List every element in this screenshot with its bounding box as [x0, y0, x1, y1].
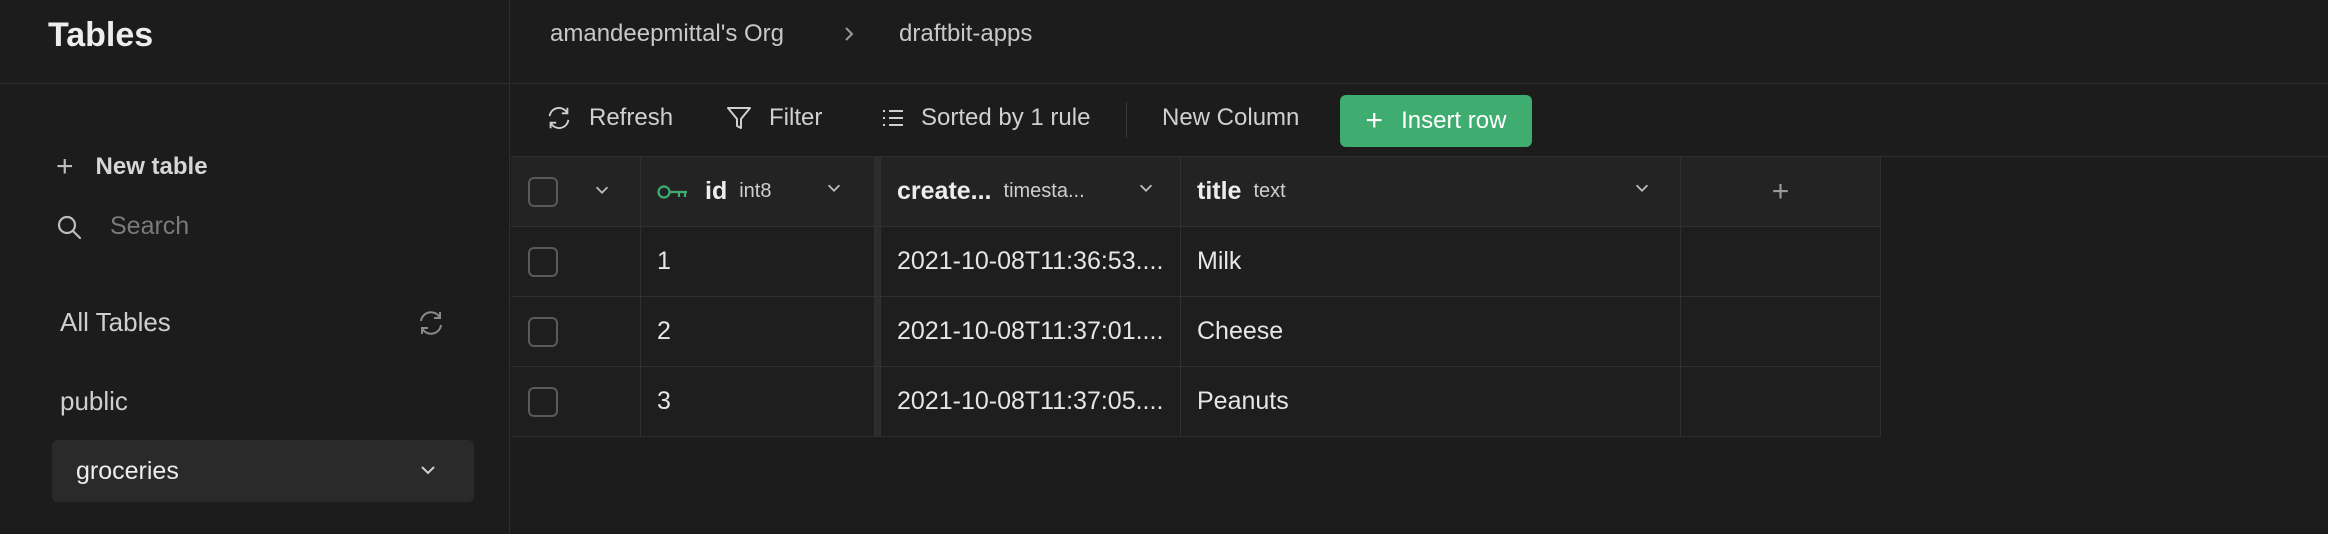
new-table-label: New table [95, 153, 208, 180]
cell-created[interactable]: 2021-10-08T11:36:53.... [881, 227, 1181, 296]
main-panel: amandeepmittal's Org draftbit-apps Refre… [511, 0, 2328, 534]
chevron-right-icon [845, 27, 854, 41]
add-column-button[interactable]: + [1681, 157, 1881, 226]
chevron-down-icon[interactable] [593, 181, 611, 199]
cell-value: 2021-10-08T11:36:53.... [897, 247, 1164, 275]
row-checkbox[interactable] [528, 247, 558, 277]
cell-id[interactable]: 3 [641, 367, 875, 436]
filter-label: Filter [769, 104, 823, 131]
plus-icon: + [1365, 104, 1384, 137]
breadcrumb-org[interactable]: amandeepmittal's Org [550, 20, 784, 48]
breadcrumb: amandeepmittal's Org draftbit-apps [511, 0, 2328, 84]
toolbar-divider [1126, 102, 1127, 138]
cell-created[interactable]: 2021-10-08T11:37:05.... [881, 367, 1181, 436]
cell-value: 2021-10-08T11:37:01.... [897, 317, 1164, 345]
chevron-down-icon[interactable] [1633, 179, 1651, 197]
new-table-button[interactable]: + New table [56, 152, 208, 182]
column-name: id [705, 177, 728, 205]
column-type: int8 [739, 180, 772, 202]
cell-empty [1681, 227, 1881, 296]
cell-value: 1 [657, 247, 671, 275]
column-header-id[interactable]: id int8 [641, 157, 875, 226]
sidebar-title: Tables [48, 16, 154, 54]
sidebar-item-groceries[interactable]: groceries [52, 440, 474, 502]
refresh-label: Refresh [589, 104, 674, 131]
cell-id[interactable]: 2 [641, 297, 875, 366]
refresh-button[interactable]: Refresh [545, 104, 673, 132]
row-checkbox[interactable] [528, 387, 558, 417]
new-column-label: New Column [1162, 104, 1300, 131]
sidebar-header: Tables [0, 0, 509, 84]
column-name: title [1197, 177, 1242, 205]
cell-value: Milk [1197, 247, 1242, 275]
table-row: 3 2021-10-08T11:37:05.... Peanuts [511, 367, 1881, 437]
sidebar: Tables + New table Search All Tables pub… [0, 0, 510, 534]
column-type: timesta... [1003, 180, 1085, 202]
search-input[interactable]: Search [110, 212, 189, 241]
chevron-down-icon[interactable] [825, 179, 843, 197]
cell-empty [1681, 297, 1881, 366]
cell-title[interactable]: Peanuts [1181, 367, 1681, 436]
table-row: 1 2021-10-08T11:36:53.... Milk [511, 227, 1881, 297]
cell-value: 2021-10-08T11:37:05.... [897, 387, 1164, 415]
plus-icon: + [1771, 174, 1790, 208]
grid-header-row: id int8 create... timesta... title text [511, 157, 1881, 227]
table-search[interactable]: Search [56, 212, 189, 241]
cell-id[interactable]: 1 [641, 227, 875, 296]
cell-created[interactable]: 2021-10-08T11:37:01.... [881, 297, 1181, 366]
column-header-created[interactable]: create... timesta... [881, 157, 1181, 226]
key-icon [657, 184, 687, 199]
sort-button[interactable]: Sorted by 1 rule [881, 104, 1090, 132]
list-icon [883, 110, 903, 126]
chevron-down-icon[interactable] [1137, 179, 1155, 197]
new-column-button[interactable]: New Column [1162, 104, 1299, 132]
refresh-icon [548, 107, 570, 129]
refresh-icon[interactable] [416, 308, 446, 338]
cell-title[interactable]: Milk [1181, 227, 1681, 296]
chevron-down-icon[interactable] [418, 460, 438, 480]
column-name: create... [897, 177, 992, 205]
breadcrumb-project[interactable]: draftbit-apps [899, 20, 1032, 48]
all-tables-label: All Tables [60, 307, 171, 337]
cell-value: Peanuts [1197, 387, 1289, 415]
insert-row-button[interactable]: + Insert row [1340, 95, 1532, 147]
toolbar: Refresh Filter Sorted by 1 rule New Colu… [511, 84, 2328, 157]
cell-empty [1681, 367, 1881, 436]
cell-value: Cheese [1197, 317, 1284, 345]
column-header-title[interactable]: title text [1181, 157, 1681, 226]
plus-icon: + [56, 150, 74, 183]
row-checkbox[interactable] [528, 317, 558, 347]
sort-label: Sorted by 1 rule [921, 104, 1091, 131]
schema-label: public [60, 386, 128, 416]
data-grid: id int8 create... timesta... title text [511, 157, 1881, 437]
sidebar-item-label: groceries [76, 456, 179, 485]
cell-value: 3 [657, 387, 671, 415]
column-type: text [1253, 180, 1286, 202]
filter-icon [727, 107, 751, 129]
filter-button[interactable]: Filter [725, 104, 822, 132]
cell-value: 2 [657, 317, 671, 345]
insert-row-label: Insert row [1401, 107, 1507, 134]
search-icon [57, 215, 82, 239]
table-row: 2 2021-10-08T11:37:01.... Cheese [511, 297, 1881, 367]
cell-title[interactable]: Cheese [1181, 297, 1681, 366]
select-all-cell [511, 157, 641, 226]
select-all-checkbox[interactable] [528, 177, 558, 207]
